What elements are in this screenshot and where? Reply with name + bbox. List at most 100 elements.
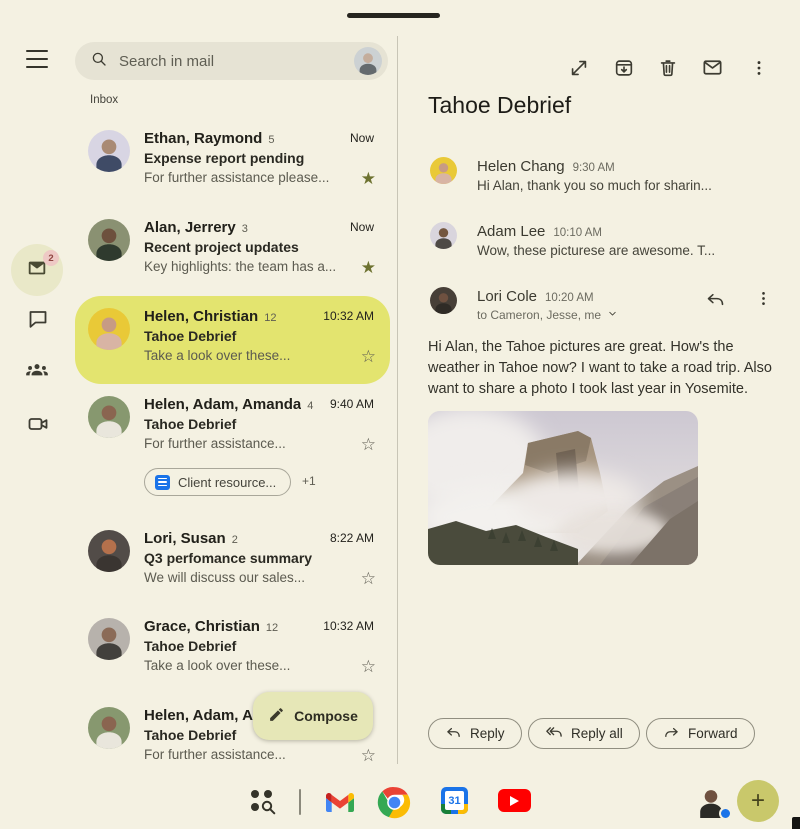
reply-button[interactable]: Reply (428, 718, 522, 749)
attachment-chip-label: Client resource... (178, 474, 277, 490)
reply-all-button[interactable]: Reply all (528, 718, 640, 749)
envelope-icon (701, 56, 724, 84)
email-time: 8:22 AM (329, 531, 374, 545)
expand-icon (568, 57, 590, 84)
star-icon[interactable]: ★ (361, 258, 376, 278)
email-row-lori-susan[interactable]: Lori, Susan 2 8:22 AM Q3 perfomance summar… (88, 530, 376, 594)
archive-icon (613, 57, 635, 84)
star-icon[interactable]: ☆ (361, 746, 376, 766)
delete-button[interactable] (655, 57, 681, 83)
avatar (430, 222, 457, 249)
email-time: 10:32 AM (323, 309, 374, 323)
search-bar[interactable] (75, 42, 388, 80)
compose-label: Compose (294, 708, 358, 724)
email-row-alan-jerrery[interactable]: Alan, Jerrery 3 Now Recent project updates… (88, 219, 376, 283)
taskbar-avatar[interactable] (693, 782, 732, 820)
kebab-menu-icon (749, 58, 769, 83)
document-icon (155, 474, 170, 490)
star-icon[interactable]: ☆ (361, 569, 376, 589)
account-avatar[interactable] (354, 47, 382, 75)
forward-label: Forward (688, 726, 738, 741)
avatar (88, 219, 130, 261)
avatar (88, 530, 130, 572)
attachment-chip[interactable]: Client resource... (144, 468, 292, 496)
kebab-menu-icon[interactable] (754, 289, 773, 315)
yosemite-photo-attachment[interactable] (428, 411, 698, 565)
sidebar-item-mail[interactable]: 2 (11, 244, 63, 296)
app-search-button[interactable] (248, 787, 277, 820)
screen-edge-artifact (792, 817, 800, 829)
window-drag-handle[interactable] (347, 13, 440, 18)
star-icon[interactable]: ★ (361, 169, 376, 189)
message-snippet: Wow, these picturese are awesome. T... (477, 243, 716, 258)
compose-button[interactable]: Compose (253, 692, 373, 740)
message-lori-cole[interactable]: Lori Cole 10:20 AM to Cameron, Jesse, me (430, 287, 772, 335)
avatar (88, 396, 130, 438)
email-snippet: Key highlights: the team has a... (144, 259, 337, 274)
forward-arrow-icon (663, 724, 680, 744)
message-sender: Lori Cole (477, 288, 538, 305)
chat-notification-badge (719, 807, 732, 820)
email-time: 9:40 AM (329, 397, 374, 411)
email-subject: Tahoe Debrief (144, 638, 237, 654)
reply-icon[interactable] (705, 289, 726, 315)
email-subject: Q3 perfomance summary (144, 550, 313, 566)
email-time: 10:32 AM (323, 619, 374, 633)
email-subject: Recent project updates (144, 239, 299, 255)
avatar (88, 707, 130, 749)
search-input[interactable] (119, 52, 354, 70)
thread-count: 4 (307, 400, 314, 412)
recipients-text: to Cameron, Jesse, me (477, 308, 602, 322)
message-adam-lee[interactable]: Adam Lee 10:10 AM Wow, these picturese ar… (430, 222, 772, 270)
email-row-ethan-raymond[interactable]: Ethan, Raymond 5 Now Expense report pendin… (88, 130, 376, 194)
mark-unread-button[interactable] (699, 57, 725, 83)
message-sender: Adam Lee (477, 223, 546, 240)
pane-divider (397, 36, 398, 764)
expand-button[interactable] (566, 57, 592, 83)
email-snippet: For further assistance... (144, 747, 286, 762)
gmail-app-icon[interactable] (326, 791, 354, 817)
message-sender: Helen Chang (477, 158, 565, 175)
mountain-photo (428, 411, 698, 565)
email-snippet: Take a look over these... (144, 348, 291, 363)
star-icon[interactable]: ☆ (361, 657, 376, 677)
sidebar-item-spaces[interactable] (23, 359, 51, 387)
attachment-extra-count: +1 (302, 474, 316, 488)
message-helen-chang[interactable]: Helen Chang 9:30 AM Hi Alan, thank you so… (430, 157, 772, 205)
taskbar-divider (299, 789, 301, 815)
forward-button[interactable]: Forward (646, 718, 755, 749)
message-time: 10:20 AM (545, 292, 594, 304)
menu-icon[interactable] (26, 50, 48, 68)
chrome-app-icon[interactable] (376, 784, 413, 826)
star-icon[interactable]: ☆ (361, 347, 376, 367)
reply-label: Reply (470, 726, 505, 741)
star-icon[interactable]: ☆ (361, 435, 376, 455)
more-options-button[interactable] (746, 57, 772, 83)
email-row-helen-adam-amanda[interactable]: Helen, Adam, Amanda 4 9:40 AM Tahoe Debrie… (88, 396, 376, 460)
sender-names: Helen, Christian (144, 308, 259, 325)
taskbar-add-button[interactable]: + (737, 780, 779, 822)
recipients-toggle[interactable]: to Cameron, Jesse, me (477, 308, 618, 322)
email-subject: Expense report pending (144, 150, 305, 166)
sender-names: Lori, Susan (144, 530, 226, 547)
reply-all-label: Reply all (571, 726, 623, 741)
youtube-app-icon[interactable] (498, 789, 531, 812)
avatar (88, 618, 130, 660)
calendar-app-icon[interactable]: 31 (441, 787, 468, 814)
section-label-inbox: Inbox (90, 94, 119, 106)
chat-icon (26, 307, 50, 336)
email-subject: Tahoe Debrief (144, 416, 237, 432)
email-row-helen-christian-selected[interactable]: Helen, Christian 12 10:32 AM Tahoe Debrief… (88, 308, 376, 372)
message-time: 9:30 AM (572, 162, 615, 174)
archive-button[interactable] (611, 57, 637, 83)
email-subject: Tahoe Debrief (144, 328, 237, 344)
avatar (430, 157, 457, 184)
people-group-icon (24, 358, 50, 389)
app-grid-search-icon (248, 790, 277, 819)
gmail-tablet-screen: 2 Inbox (0, 0, 800, 829)
email-snippet: We will discuss our sales... (144, 570, 306, 585)
calendar-day-number: 31 (445, 791, 464, 810)
sidebar-item-chat[interactable] (24, 307, 52, 335)
sidebar-item-meet[interactable] (24, 412, 52, 440)
email-row-grace-christian[interactable]: Grace, Christian 12 10:32 AM Tahoe Debrief… (88, 618, 376, 682)
